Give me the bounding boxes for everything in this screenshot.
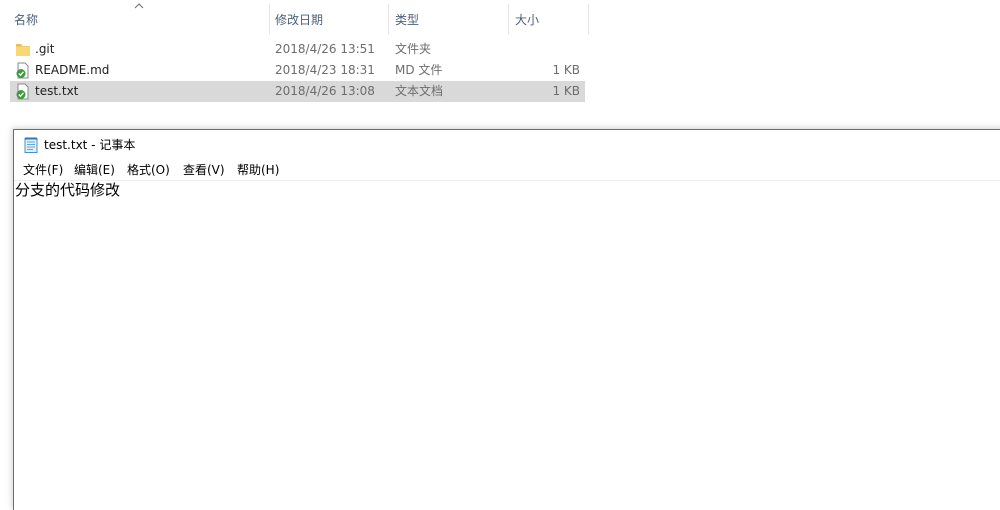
menu-bar: 文件(F) 编辑(E) 格式(O) 查看(V) 帮助(H) <box>14 160 1000 181</box>
file-date: 2018/4/26 13:08 <box>275 84 375 98</box>
git-tracked-file-icon <box>16 83 29 100</box>
file-date: 2018/4/26 13:51 <box>275 42 375 56</box>
file-row-readme[interactable]: README.md 2018/4/23 18:31 MD 文件 1 KB <box>10 60 585 81</box>
menu-edit[interactable]: 编辑(E) <box>74 160 115 180</box>
git-tracked-file-icon <box>16 62 29 79</box>
file-type: 文本文档 <box>395 84 444 98</box>
file-size: 1 KB <box>552 84 580 98</box>
file-size: 1 KB <box>552 63 580 77</box>
menu-format[interactable]: 格式(O) <box>127 160 170 180</box>
column-header-name[interactable]: 名称 <box>0 0 270 38</box>
menu-file[interactable]: 文件(F) <box>23 160 63 180</box>
column-header-date[interactable]: 修改日期 <box>270 0 389 38</box>
menu-view[interactable]: 查看(V) <box>183 160 225 180</box>
file-type: 文件夹 <box>395 42 432 56</box>
file-row-test-txt[interactable]: test.txt 2018/4/26 13:08 文本文档 1 KB <box>10 81 585 102</box>
column-header-name-label: 名称 <box>14 13 39 27</box>
file-date: 2018/4/23 18:31 <box>275 63 375 77</box>
text-editor-area[interactable]: 分支的代码修改 <box>15 181 1000 510</box>
notepad-icon <box>24 137 38 153</box>
column-header-type[interactable]: 类型 <box>389 0 509 38</box>
file-name: README.md <box>35 63 110 77</box>
file-name: .git <box>35 42 55 56</box>
column-header-date-label: 修改日期 <box>275 13 324 27</box>
file-row-git[interactable]: .git 2018/4/26 13:51 文件夹 <box>10 39 585 60</box>
file-explorer-list: 名称 修改日期 类型 大小 .git 2018/4/26 13:51 文件夹 R… <box>0 0 1000 125</box>
file-type: MD 文件 <box>395 63 443 77</box>
notepad-window: test.txt - 记事本 文件(F) 编辑(E) 格式(O) 查看(V) 帮… <box>13 129 1000 510</box>
column-header-size-label: 大小 <box>515 13 540 27</box>
column-divider[interactable] <box>588 4 589 34</box>
window-title: test.txt - 记事本 <box>44 138 136 152</box>
column-header-size[interactable]: 大小 <box>509 0 589 38</box>
menu-help[interactable]: 帮助(H) <box>237 160 279 180</box>
notepad-title-bar[interactable]: test.txt - 记事本 <box>14 130 1000 160</box>
file-name: test.txt <box>35 84 79 98</box>
folder-icon <box>16 44 30 56</box>
column-header-type-label: 类型 <box>395 13 420 27</box>
